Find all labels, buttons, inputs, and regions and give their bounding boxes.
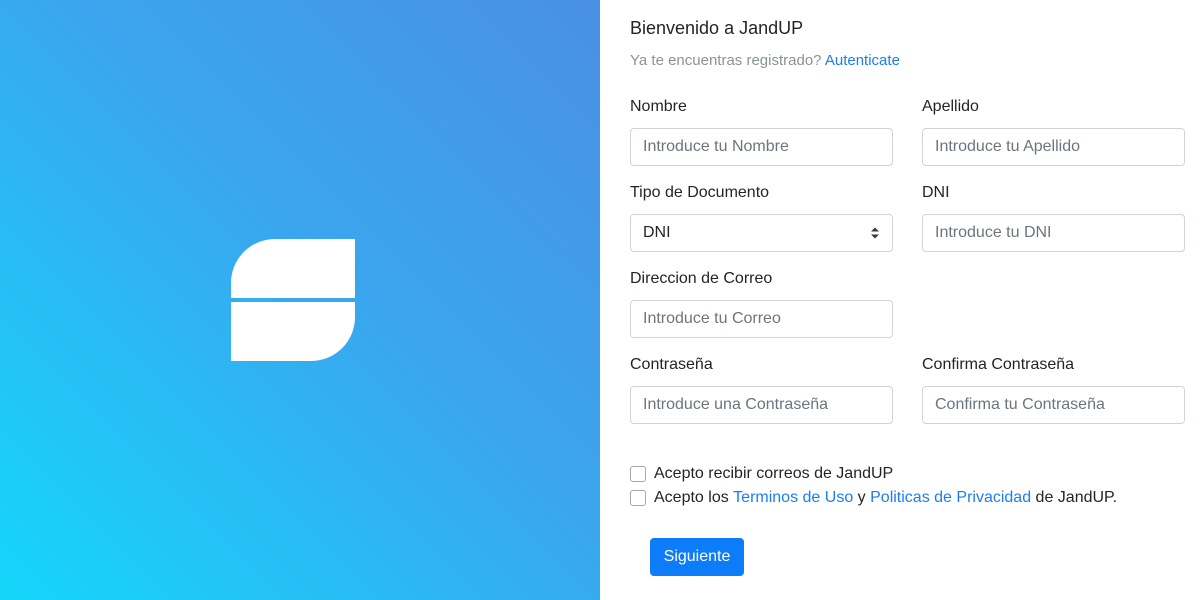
login-link[interactable]: Autenticate: [825, 52, 900, 69]
select-arrows-icon: [871, 227, 879, 239]
hero-panel: [0, 0, 600, 600]
password-input[interactable]: [630, 386, 893, 424]
jandup-logo-icon: [231, 239, 355, 361]
nombre-label: Nombre: [630, 98, 687, 115]
terms-conjunction: y: [857, 489, 866, 506]
password-label: Contraseña: [630, 356, 713, 373]
signup-form: Bienvenido a JandUP Ya te encuentras reg…: [600, 0, 1200, 600]
subtitle-text: Ya te encuentras registrado?: [630, 52, 822, 69]
correo-label: Direccion de Correo: [630, 270, 773, 287]
confirm-password-input[interactable]: [922, 386, 1185, 424]
terms-of-use-link[interactable]: Terminos de Uso: [733, 489, 853, 507]
tipo-documento-label: Tipo de Documento: [630, 184, 770, 201]
next-button[interactable]: Siguiente: [650, 538, 744, 576]
tipo-documento-select[interactable]: DNI: [630, 214, 893, 252]
emails-consent-label: Acepto recibir correos de JandUP: [654, 465, 894, 482]
terms-suffix: de JandUP.: [1035, 489, 1118, 506]
terms-prefix: Acepto los: [654, 489, 729, 506]
dni-label: DNI: [922, 184, 950, 201]
apellido-label: Apellido: [922, 98, 979, 115]
apellido-input[interactable]: [922, 128, 1185, 166]
correo-input[interactable]: [630, 300, 893, 338]
terms-consent-checkbox[interactable]: [630, 490, 646, 506]
confirm-password-label: Confirma Contraseña: [922, 356, 1075, 373]
terms-consent-row: Acepto los Terminos de Uso y Politicas d…: [630, 489, 1117, 507]
privacy-policy-link[interactable]: Politicas de Privacidad: [870, 489, 1031, 507]
form-subtitle: Ya te encuentras registrado? Autenticate: [630, 52, 900, 69]
form-title: Bienvenido a JandUP: [630, 18, 804, 38]
nombre-input[interactable]: [630, 128, 893, 166]
tipo-documento-value: DNI: [643, 224, 671, 241]
dni-input[interactable]: [922, 214, 1185, 252]
emails-consent-checkbox[interactable]: [630, 466, 646, 482]
emails-consent-row: Acepto recibir correos de JandUP: [630, 465, 893, 483]
